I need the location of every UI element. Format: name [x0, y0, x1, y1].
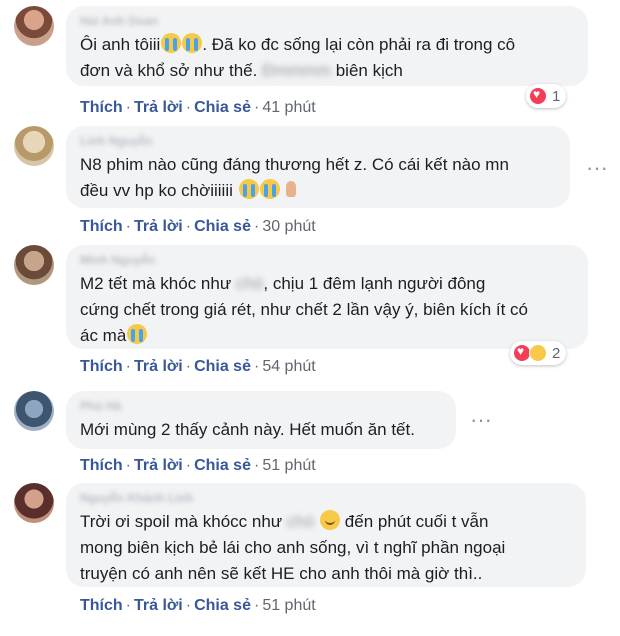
like-button[interactable]: Thích: [80, 99, 123, 116]
separator: ·: [125, 218, 131, 235]
share-button[interactable]: Chia sẻ: [194, 597, 251, 614]
comment-actions: Thích · Trả lời · Chia sẻ · 41 phút: [80, 98, 316, 118]
more-options-icon[interactable]: ···: [470, 409, 492, 437]
reaction-count: 1: [552, 87, 561, 105]
comment-author[interactable]: Hai Anh Doan: [80, 14, 574, 29]
comment-author[interactable]: Minh Nguyễn: [80, 253, 574, 268]
comment-bubble: Minh Nguyễn M2 tết mà khóc như chó, chịu…: [66, 245, 588, 349]
comment-text-line: truyện có anh nên sẽ kết HE cho anh thôi…: [80, 564, 483, 583]
comment-actions: Thích · Trả lời · Chia sẻ · 51 phút: [80, 456, 316, 476]
comment-text-line: . Đã ko đc sống lại còn phải ra đi trong…: [202, 35, 516, 54]
comment-bubble: Linh Nguyễn N8 phim nào cũng đáng thương…: [66, 126, 570, 208]
separator: ·: [185, 597, 192, 614]
blurred-word: chó: [235, 274, 264, 293]
separator: ·: [125, 358, 131, 375]
blurred-word: chó: [286, 512, 315, 531]
love-reaction-icon: [529, 87, 547, 105]
comment-text: Trời ơi spoil mà khócc như chó đến phút …: [80, 509, 572, 587]
reply-button[interactable]: Trả lời: [134, 358, 183, 375]
share-button[interactable]: Chia sẻ: [194, 358, 251, 375]
timestamp[interactable]: 30 phút: [262, 218, 315, 235]
comment-text-line: mong biên kịch bẻ lái cho anh sống, vì t…: [80, 538, 506, 557]
separator: ·: [125, 99, 131, 116]
comment-author[interactable]: Phú Hà: [80, 399, 442, 414]
sad-reaction-icon: [529, 344, 547, 362]
comment-author[interactable]: Linh Nguyễn: [80, 134, 556, 149]
comment-text-line: đến phút cuối t vẫn: [340, 512, 489, 531]
comment-actions: Thích · Trả lời · Chia sẻ · 54 phút: [80, 357, 316, 377]
comment-text-line: M2 tết mà khóc như: [80, 274, 232, 293]
comment-text: Ôi anh tôiii . Đã ko đc sống lại còn phải…: [80, 32, 574, 84]
loudly-crying-face-icon: [259, 179, 280, 199]
avatar[interactable]: [14, 391, 54, 431]
comment-text-line: ác mà: [80, 326, 127, 345]
like-button[interactable]: Thích: [80, 457, 123, 474]
like-button[interactable]: Thích: [80, 597, 123, 614]
loudly-crying-face-icon: [161, 33, 182, 53]
timestamp[interactable]: 51 phút: [262, 457, 315, 474]
share-button[interactable]: Chia sẻ: [194, 218, 251, 235]
timestamp[interactable]: 51 phút: [262, 597, 315, 614]
like-button[interactable]: Thích: [80, 218, 123, 235]
reaction-summary[interactable]: 1: [526, 84, 567, 108]
smiling-face-icon: [320, 510, 341, 530]
separator: ·: [185, 218, 192, 235]
comment-text: M2 tết mà khóc như chó, chịu 1 đêm lạnh …: [80, 271, 574, 349]
separator: ·: [253, 457, 260, 474]
loudly-crying-face-icon: [127, 324, 148, 344]
separator: ·: [125, 597, 131, 614]
comment-bubble: Nguyễn Khánh Linh Trời ơi spoil mà khócc…: [66, 483, 586, 587]
comment-text-line: Ôi anh tôiii: [80, 35, 161, 54]
separator: ·: [185, 457, 192, 474]
comment-author[interactable]: Nguyễn Khánh Linh: [80, 491, 572, 506]
blurred-word: Đmmmm: [262, 61, 331, 80]
avatar[interactable]: [14, 6, 54, 46]
reply-button[interactable]: Trả lời: [134, 457, 183, 474]
avatar[interactable]: [14, 126, 54, 166]
separator: ·: [253, 597, 260, 614]
comment-text-line: Mới mùng 2 thấy cảnh này. Hết muốn ăn tế…: [80, 420, 415, 439]
more-options-icon[interactable]: ···: [586, 157, 608, 185]
avatar[interactable]: [14, 245, 54, 285]
comment-bubble: Hai Anh Doan Ôi anh tôiii . Đã ko đc sống…: [66, 6, 588, 86]
separator: ·: [185, 358, 192, 375]
comment-text-line: Trời ơi spoil mà khócc như: [80, 512, 283, 531]
comment-actions: Thích · Trả lời · Chia sẻ · 30 phút: [80, 217, 316, 237]
timestamp[interactable]: 41 phút: [262, 99, 315, 116]
comment-text: N8 phim nào cũng đáng thương hết z. Có c…: [80, 152, 556, 204]
loudly-crying-face-icon: [182, 33, 203, 53]
comment-actions: Thích · Trả lời · Chia sẻ · 51 phút: [80, 596, 316, 616]
comment-text-line: đơn và khổ sở như thế.: [80, 61, 258, 80]
separator: ·: [253, 99, 260, 116]
reply-button[interactable]: Trả lời: [134, 99, 183, 116]
separator: ·: [253, 358, 260, 375]
comment-text: Mới mùng 2 thấy cảnh này. Hết muốn ăn tế…: [80, 417, 442, 443]
comment-bubble: Phú Hà Mới mùng 2 thấy cảnh này. Hết muố…: [66, 391, 456, 449]
comment-text-line: biên kịch: [331, 61, 403, 80]
timestamp[interactable]: 54 phút: [262, 358, 315, 375]
separator: ·: [185, 99, 192, 116]
reaction-count: 2: [552, 344, 561, 362]
comment-text-line: , chịu 1 đêm lạnh người đông: [263, 274, 486, 293]
reply-button[interactable]: Trả lời: [134, 597, 183, 614]
like-button[interactable]: Thích: [80, 358, 123, 375]
reply-button[interactable]: Trả lời: [134, 218, 183, 235]
comment-text-line: cứng chết trong giá rét, như chết 2 lần …: [80, 300, 529, 319]
loudly-crying-face-icon: [238, 179, 259, 199]
separator: ·: [125, 457, 131, 474]
share-button[interactable]: Chia sẻ: [194, 99, 251, 116]
reaction-summary[interactable]: 2: [510, 341, 567, 365]
comment-text-line: đều vv hp ko chờiiiiii: [80, 181, 238, 200]
comment-text-line: N8 phim nào cũng đáng thương hết z. Có c…: [80, 155, 509, 174]
share-button[interactable]: Chia sẻ: [194, 457, 251, 474]
folded-hands-icon: [281, 179, 301, 199]
avatar[interactable]: [14, 483, 54, 523]
separator: ·: [253, 218, 260, 235]
